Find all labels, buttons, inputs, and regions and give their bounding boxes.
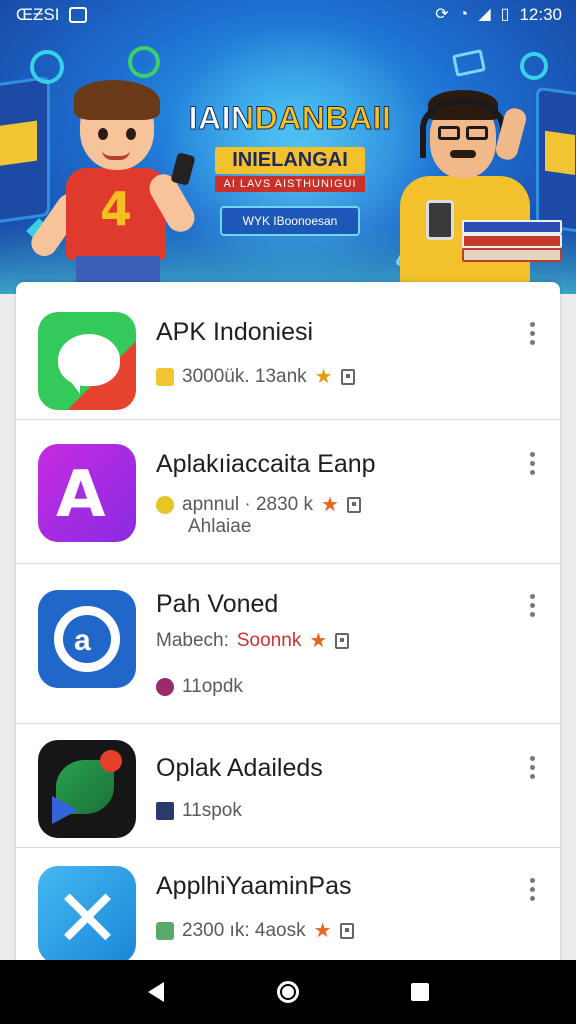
- hero-button[interactable]: WYK IBoonoesan: [220, 206, 360, 236]
- app-meta: 2300 ık: 4аоsk ★: [156, 918, 354, 943]
- books-illustration: [462, 220, 568, 266]
- map-pin-icon[interactable]: [38, 740, 136, 838]
- app-list: APK Indoniesi 3000ük. 13ank ★ A Aplakıia…: [16, 282, 560, 972]
- home-icon: [277, 981, 299, 1003]
- more-options-button[interactable]: [522, 452, 542, 475]
- battery-icon: ▯: [500, 6, 510, 23]
- star-icon: ★: [313, 920, 332, 942]
- app-name[interactable]: Pah Voned: [156, 590, 278, 619]
- star-icon: ★: [314, 366, 333, 388]
- more-options-button[interactable]: [522, 594, 542, 617]
- back-button[interactable]: [136, 972, 176, 1012]
- recents-icon: [411, 983, 429, 1001]
- list-item[interactable]: a Pah Voned Mabech: Soonnk ★ 11opdk: [16, 564, 560, 724]
- more-options-button[interactable]: [522, 322, 542, 345]
- home-button[interactable]: [268, 972, 308, 1012]
- star-icon: ★: [309, 630, 328, 652]
- card-decoration-icon: [452, 49, 486, 77]
- more-options-button[interactable]: [522, 756, 542, 779]
- app-sub-meta: 11opdk: [156, 676, 243, 698]
- badge-icon: [156, 495, 174, 514]
- badge-icon: [156, 678, 174, 696]
- tablet-icon: [426, 200, 454, 240]
- star-icon: ★: [321, 494, 339, 516]
- bookmark-icon[interactable]: [339, 922, 354, 939]
- badge-icon: [156, 802, 174, 820]
- recents-button[interactable]: [400, 972, 440, 1012]
- list-item[interactable]: ✕ ApplhiYaaminPas 2300 ık: 4аоsk ★: [16, 848, 560, 972]
- gear-decoration-icon: [520, 52, 548, 80]
- tools-icon[interactable]: ✕: [38, 866, 136, 964]
- app-name[interactable]: ApplhiYaaminPas: [156, 872, 351, 901]
- chat-bubble-icon[interactable]: [38, 312, 136, 410]
- bookmark-icon[interactable]: [340, 368, 355, 385]
- signal-icon: ◢: [478, 6, 491, 23]
- navigation-bar: [0, 960, 576, 1024]
- app-name[interactable]: APK Indoniesi: [156, 318, 313, 347]
- hero-title: IAINDANBAII: [170, 100, 410, 137]
- app-name[interactable]: Aplakıiaccaita Eanp: [156, 450, 376, 479]
- list-item[interactable]: A Aplakıiaccaita Eanp apnnul · 2830 k ★ …: [16, 420, 560, 564]
- status-left-text: ŒƵSI: [16, 5, 60, 24]
- hero-subtitle: INIELANGAI: [215, 147, 365, 174]
- app-name[interactable]: Oplak Adaileds: [156, 754, 323, 783]
- app-meta: 11spok: [156, 800, 242, 822]
- notification-icon: [69, 7, 88, 23]
- list-item[interactable]: APK Indoniesi 3000ük. 13ank ★: [16, 282, 560, 420]
- app-sub-meta: Ahlaiae: [188, 516, 252, 537]
- app-meta: Mabech: Soonnk ★: [156, 628, 350, 653]
- back-icon: [148, 982, 164, 1002]
- hero-title-block: IAINDANBAII INIELANGAI AI LAVS AISTHUNIG…: [170, 100, 410, 236]
- app-meta: 3000ük. 13ank ★: [156, 364, 355, 389]
- gear-decoration-icon: [30, 50, 64, 84]
- bookmark-icon[interactable]: [346, 496, 361, 513]
- hero-tag: AI LAVS AISTHUNIGUI: [215, 176, 365, 192]
- headset-icon: [420, 98, 506, 158]
- chat-decoration-icon: [128, 46, 160, 78]
- wifi-icon: ◔: [458, 6, 469, 23]
- sync-icon: ⟳: [435, 6, 449, 23]
- badge-icon: [156, 367, 174, 386]
- app-meta: apnnul · 2830 k ★: [156, 492, 361, 517]
- bookmark-icon[interactable]: [335, 632, 350, 649]
- app-store-icon[interactable]: A: [38, 444, 136, 542]
- more-options-button[interactable]: [522, 878, 542, 901]
- status-time: 12:30: [519, 5, 562, 24]
- hero-banner[interactable]: 4 IAINDANBAII INIELANGAI AI LAVS AISTHUN…: [0, 0, 576, 294]
- ring-icon[interactable]: a: [38, 590, 136, 688]
- list-item[interactable]: Oplak Adaileds 11spok: [16, 724, 560, 848]
- badge-icon: [156, 921, 174, 940]
- status-bar: ŒƵSI ⟳ ◔ ◢ ▯ 12:30: [0, 0, 576, 30]
